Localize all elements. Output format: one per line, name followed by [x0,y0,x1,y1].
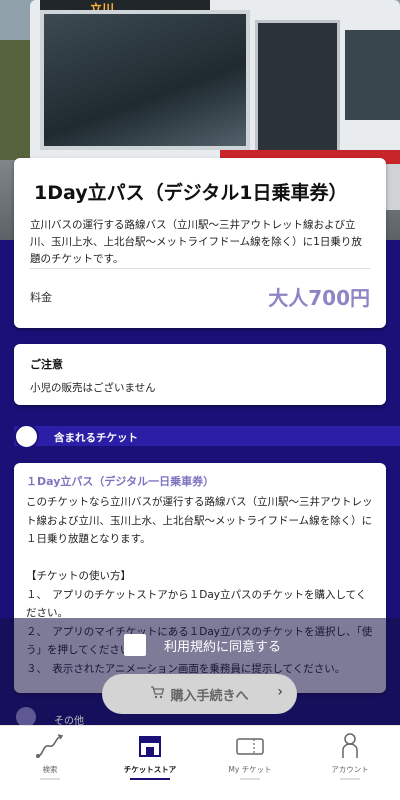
other-section-toggle[interactable] [16,707,36,727]
tab-indicator [240,778,260,780]
ticket-description: 立川バスの運行する路線バス（立川駅〜三井アウトレット線および立川、玉川上水、上北… [30,219,362,265]
bus-side-window [345,30,400,120]
ticket-icon [236,738,264,755]
purchase-button[interactable]: 購入手続きへ › [102,674,297,714]
person-icon [342,733,358,758]
tab-indicator [340,778,360,780]
price-label: 料金 [30,291,52,304]
included-section-label: 含まれるチケット [54,432,138,444]
terms-checkbox[interactable] [124,634,146,656]
purchase-button-label: 購入手続きへ [170,688,249,704]
tab-indicator [40,778,60,780]
tab-my-ticket[interactable]: My チケット [200,726,300,800]
included-section-toggle[interactable] [14,424,39,449]
store-icon [139,736,161,757]
route-icon [36,734,64,758]
terms-agree-label[interactable]: 利用規約に同意する [164,636,281,655]
ticket-title: 1Day立パス（デジタル1日乗車券） [34,182,348,204]
tab-ticket-store-label: チケットストア [123,765,177,774]
bottom-tab-bar: 検索 チケットストア My チケット アカウント [0,725,400,800]
terms-agree-row[interactable]: 利用規約に同意する [124,634,281,656]
cart-icon [150,685,165,703]
notice-card: ご注意 小児の販売はございません [14,344,386,405]
tab-indicator-active [130,778,170,780]
tab-account-label: アカウント [331,765,369,774]
ticket-info-card: 1Day立パス（デジタル1日乗車券） 立川バスの運行する路線バス（立川駅〜三井ア… [14,158,386,328]
bus-windshield [40,10,250,150]
tab-my-ticket-label: My チケット [228,765,272,774]
tab-ticket-store[interactable]: チケットストア [100,726,200,800]
bus-door [255,20,340,160]
tab-search-label: 検索 [42,765,58,774]
chevron-right-icon: › [277,684,283,700]
tab-account[interactable]: アカウント [300,726,400,800]
notice-title: ご注意 [30,358,63,371]
tab-search[interactable]: 検索 [0,726,100,800]
included-ticket-title: １Day立パス（デジタル一日乗車券） [26,475,215,488]
price-value: 大人700円 [268,286,370,310]
notice-text: 小児の販売はございません [30,382,156,394]
divider [30,268,370,269]
